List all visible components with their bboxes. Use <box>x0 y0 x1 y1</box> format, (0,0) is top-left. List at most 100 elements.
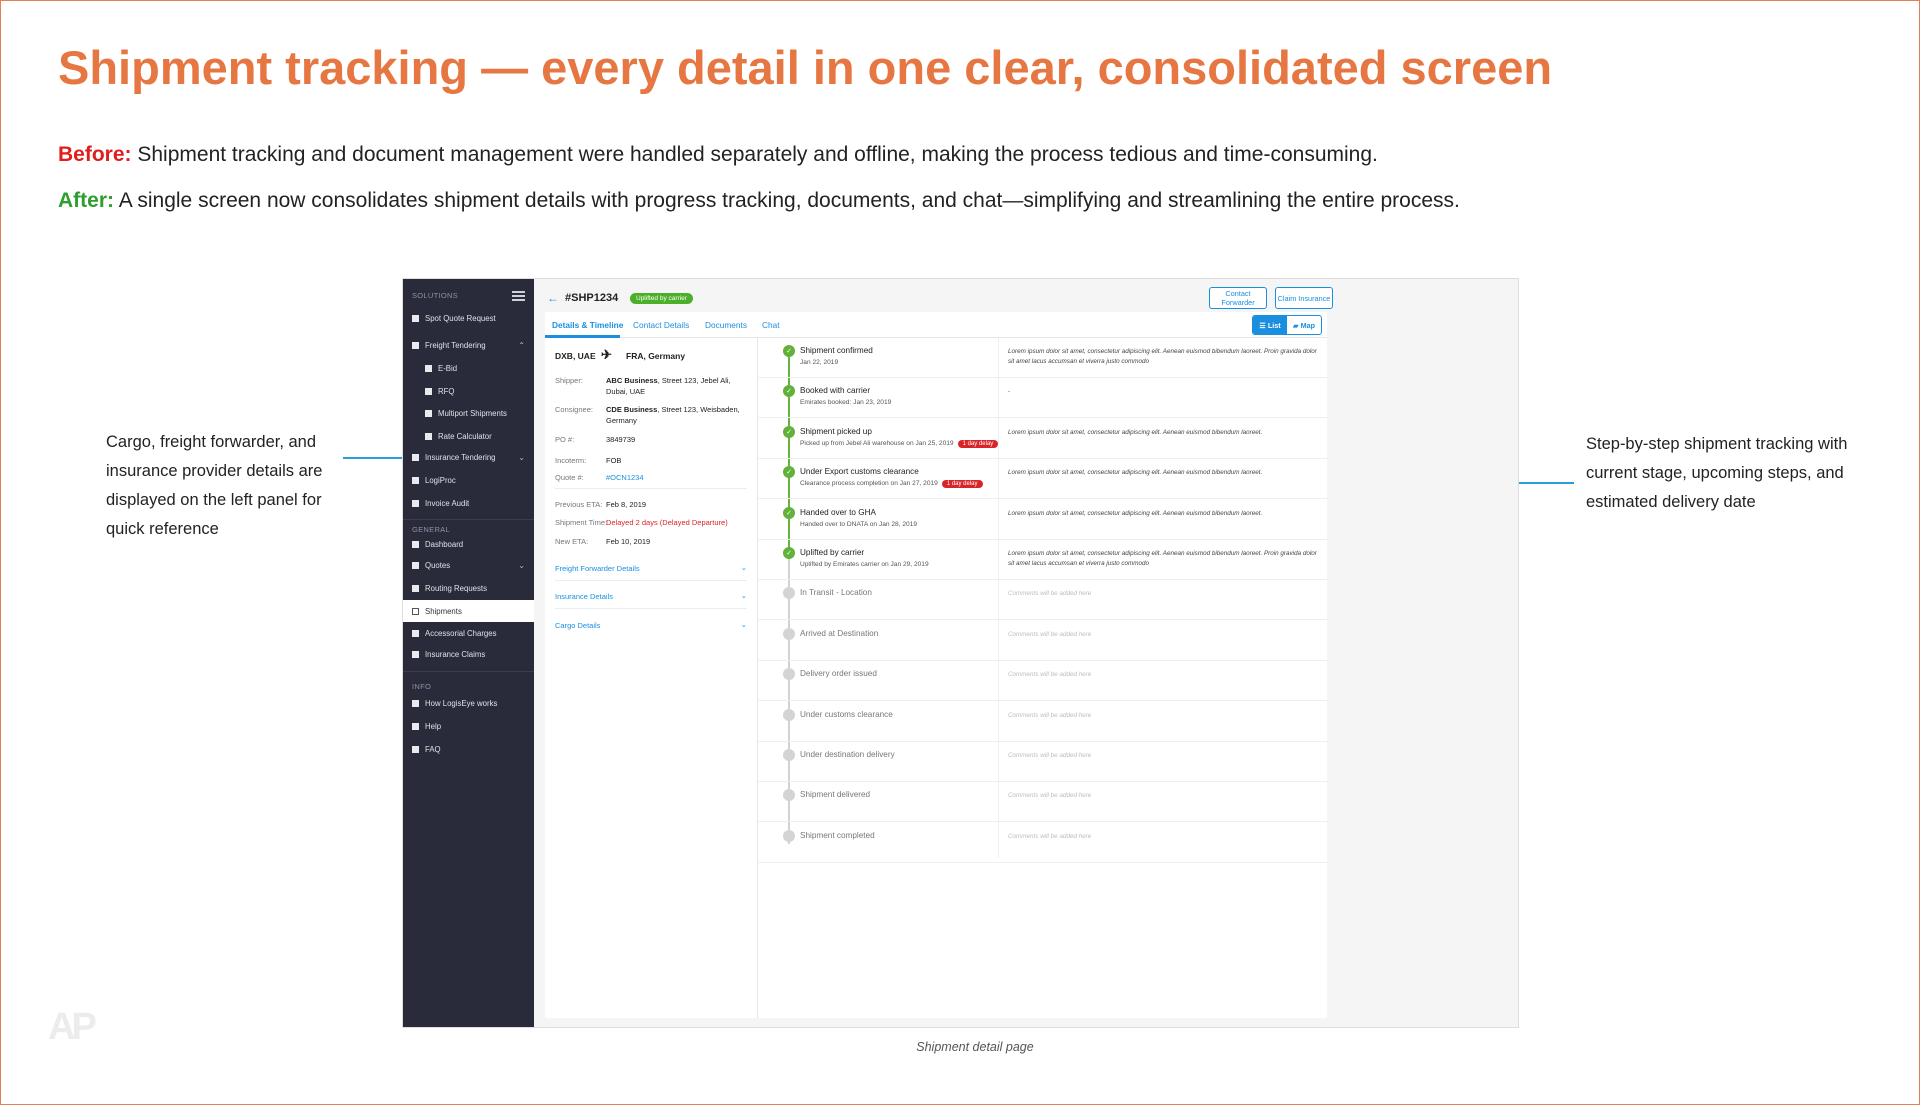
sidebar-item-quotes[interactable]: Quotes ⌄ <box>403 554 534 576</box>
checkbox-icon <box>412 341 419 349</box>
check-circle-icon: ✓ <box>783 425 795 438</box>
checkbox-icon <box>425 364 432 372</box>
timeline-step: Shipment completed Comments will be added… <box>758 823 1327 863</box>
timeline-step: ✓ Booked with carrier Emirates booked: Jan… <box>758 378 1327 419</box>
chevron-up-icon: ⌃ <box>518 340 525 350</box>
checkbox-icon <box>412 722 419 730</box>
view-toggle: ☰ List ▰ Map <box>1252 315 1322 335</box>
timeline-step: Shipment delivered Comments will be added… <box>758 782 1327 823</box>
checkbox-icon <box>425 387 432 395</box>
main-content: ← #SHP1234 Uplifted by carrier Contact F… <box>534 279 1518 1027</box>
timeline-step: Under customs clearance Comments will be … <box>758 702 1327 742</box>
check-circle-icon: ✓ <box>783 466 795 479</box>
cargo-details-accordion[interactable]: Cargo Details ⌄ <box>555 620 747 630</box>
checkbox-icon <box>412 540 419 548</box>
sidebar-item-insurance-tendering[interactable]: Insurance Tendering ⌄ <box>403 446 534 468</box>
sidebar-item-how-logiseye-works[interactable]: How LogisEye works <box>403 692 534 714</box>
step-subtitle: Clearance process completion on Jan 27, … <box>800 480 983 489</box>
timeline-step: ✓ Shipment confirmed Jan 22, 2019 Lorem ips… <box>758 338 1327 378</box>
step-title: Uplifted by carrier <box>800 548 865 557</box>
origin: DXB, UAE <box>555 351 596 361</box>
sidebar-item-multiport-shipments[interactable]: Multiport Shipments <box>403 402 534 424</box>
tab-documents[interactable]: Documents <box>705 320 747 330</box>
shipment-time-value: Delayed 2 days (Delayed Departure) <box>606 518 728 527</box>
list-view-button[interactable]: ☰ List <box>1253 316 1287 334</box>
sidebar-section-solutions: SOLUTIONS <box>412 291 459 300</box>
pending-circle-icon <box>783 708 795 721</box>
chevron-down-icon: ⌄ <box>518 560 525 570</box>
back-arrow-icon[interactable]: ← <box>547 291 559 305</box>
tab-chat[interactable]: Chat <box>762 320 780 330</box>
sidebar-item-e-bid[interactable]: E-Bid <box>403 357 534 379</box>
step-title: Under Export customs clearance <box>800 467 919 477</box>
before-description: Shipment tracking and document managemen… <box>137 143 1378 166</box>
new-eta-value: Feb 10, 2019 <box>606 537 651 546</box>
annotation-right: Step-by-step shipment tracking with curr… <box>1586 435 1848 511</box>
step-title: Delivery order issued <box>800 669 877 679</box>
list-icon: ☰ <box>1259 320 1268 330</box>
step-title: Under destination delivery <box>800 750 895 759</box>
timeline-step: In Transit - Location Comments will be ad… <box>758 580 1327 621</box>
checkbox-icon <box>412 629 419 637</box>
pending-circle-icon <box>783 829 795 842</box>
sidebar-item-rfq[interactable]: RFQ <box>403 380 534 402</box>
check-circle-icon: ✓ <box>783 547 795 559</box>
sidebar-item-help[interactable]: Help <box>403 715 534 737</box>
sidebar-item-faq[interactable]: FAQ <box>403 738 534 760</box>
contact-forwarder-button[interactable]: Contact Forwarder <box>1209 287 1267 309</box>
checkbox-icon <box>412 650 419 658</box>
tab-bar: Details & Timeline Contact Details Docum… <box>545 312 1327 338</box>
pending-circle-icon <box>783 668 795 681</box>
sidebar-item-freight-tendering[interactable]: Freight Tendering ⌃ <box>403 334 534 356</box>
sidebar-item-routing-requests[interactable]: Routing Requests <box>403 577 534 599</box>
screenshot-caption: Shipment detail page <box>916 1040 1034 1054</box>
sidebar-item-invoice-audit[interactable]: Invoice Audit <box>403 492 534 514</box>
step-title: Shipment delivered <box>800 790 871 800</box>
chevron-down-icon: ⌄ <box>740 591 747 600</box>
tab-details-timeline[interactable]: Details & Timeline <box>552 320 623 330</box>
timeline-step: ✓ Shipment picked up Picked up from Jebel … <box>758 419 1327 459</box>
checkbox-icon <box>412 584 419 592</box>
step-title: Shipment completed <box>800 830 875 840</box>
sidebar-divider <box>403 671 534 672</box>
timeline: ✓ Shipment confirmed Jan 22, 2019 Lorem ips… <box>758 338 1327 1018</box>
after-text: After: A single screen now consolidates … <box>58 189 1460 213</box>
hamburger-menu-icon[interactable] <box>512 291 525 303</box>
sidebar-item-accessorial-charges[interactable]: Accessorial Charges <box>403 622 534 644</box>
step-comment: Comments will be added here <box>1008 590 1092 598</box>
consignee-name: CDE Business <box>606 405 658 414</box>
insurance-details-accordion[interactable]: Insurance Details ⌄ <box>555 591 747 601</box>
sidebar-item-logiproc[interactable]: LogiProc <box>403 469 534 491</box>
sidebar-section-info: INFO <box>412 682 432 691</box>
step-comment: Lorem ipsum dolor sit amet, consectetur … <box>1008 469 1263 477</box>
claim-insurance-button[interactable]: Claim Insurance <box>1275 287 1333 309</box>
status-badge: Uplifted by carrier <box>630 293 693 304</box>
step-title: Under customs clearance <box>800 709 893 719</box>
sidebar-item-spot-quote-request[interactable]: Spot Quote Request <box>403 307 534 329</box>
step-comment: Lorem ipsum dolor sit amet, consectetur … <box>1008 348 1317 365</box>
step-comment: Comments will be added here <box>1008 792 1092 800</box>
pending-circle-icon <box>783 749 795 761</box>
delay-badge: 1 day delay <box>957 439 999 448</box>
shipments-icon <box>412 607 419 615</box>
step-comment: Lorem ipsum dolor sit amet, consectetur … <box>1008 509 1263 517</box>
annotation-left: Cargo, freight forwarder, and insurance … <box>106 433 323 538</box>
shipment-id: #SHP1234 <box>565 292 619 304</box>
sidebar-item-rate-calculator[interactable]: Rate Calculator <box>403 425 534 447</box>
shipment-card: Details & Timeline Contact Details Docum… <box>545 312 1327 1018</box>
step-comment: Comments will be added here <box>1008 711 1092 719</box>
sidebar-item-insurance-claims[interactable]: Insurance Claims <box>403 643 534 665</box>
sidebar-item-dashboard[interactable]: Dashboard <box>403 533 534 555</box>
check-circle-icon: ✓ <box>783 385 795 398</box>
sidebar-item-shipments[interactable]: Shipments <box>403 600 534 622</box>
po-value: 3849739 <box>606 435 636 444</box>
before-label: Before: <box>58 143 132 166</box>
previous-eta-value: Feb 8, 2019 <box>606 500 647 509</box>
map-view-button[interactable]: ▰ Map <box>1287 316 1321 334</box>
freight-forwarder-accordion[interactable]: Freight Forwarder Details ⌄ <box>555 563 747 573</box>
delay-badge: 1 day delay <box>941 480 983 489</box>
step-title: Handed over to GHA <box>800 507 877 517</box>
tab-contact-details[interactable]: Contact Details <box>633 320 689 330</box>
incoterm-value: FOB <box>606 456 622 465</box>
quote-link[interactable]: #OCN1234 <box>606 472 746 483</box>
